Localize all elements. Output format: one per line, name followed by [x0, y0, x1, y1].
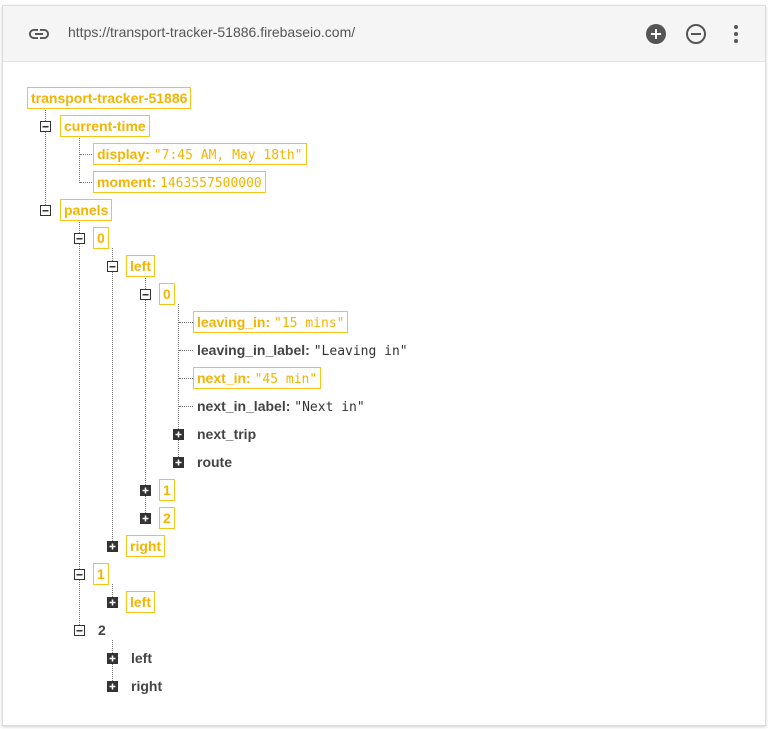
collapse-icon[interactable] [40, 121, 51, 132]
tree-node-display[interactable]: display: "7:45 AM, May 18th" [93, 143, 307, 165]
collapse-icon[interactable] [40, 205, 51, 216]
expand-icon[interactable] [107, 681, 118, 692]
node-key: transport-tracker-51886 [31, 90, 188, 106]
tree-node-panels-0-left[interactable]: left [126, 255, 155, 277]
node-key: moment: [97, 174, 157, 190]
node-value: 1463557500000 [160, 176, 262, 191]
tree-node-leaving-in-label[interactable]: leaving_in_label: "Leaving in" [197, 340, 408, 360]
tree-node-moment[interactable]: moment: 1463557500000 [93, 171, 266, 193]
expand-icon[interactable] [140, 513, 151, 524]
tree-connector [179, 406, 193, 407]
node-key: current-time [64, 118, 146, 134]
node-key: display: [97, 146, 150, 162]
node-value: "Leaving in" [313, 344, 408, 359]
tree-node-next-trip[interactable]: next_trip [197, 424, 256, 444]
expand-icon[interactable] [140, 485, 151, 496]
tree-node-panels-0-left-0[interactable]: 0 [159, 283, 175, 305]
node-key: leaving_in_label: [197, 342, 310, 358]
tree-node-panels[interactable]: panels [60, 199, 113, 221]
tree-node-panels-0[interactable]: 0 [93, 227, 109, 249]
node-key: route [197, 454, 232, 470]
node-value: "45 min" [254, 372, 318, 387]
tree-node-root[interactable]: transport-tracker-51886 [27, 87, 192, 109]
node-key: 0 [163, 286, 171, 302]
tree-connector [179, 378, 193, 379]
node-value: "Next in" [294, 400, 365, 415]
node-value: "7:45 AM, May 18th" [153, 148, 303, 163]
tree-connector [145, 276, 146, 519]
node-key: next_in: [197, 370, 251, 386]
collapse-icon[interactable] [74, 233, 85, 244]
node-key: left [131, 650, 152, 666]
tree-node-panels-1[interactable]: 1 [93, 563, 109, 585]
expand-icon[interactable] [107, 597, 118, 608]
tree-node-panels-1-left[interactable]: left [126, 591, 155, 613]
collapse-icon[interactable] [74, 569, 85, 580]
expand-icon[interactable] [173, 429, 184, 440]
node-key: left [130, 258, 151, 274]
node-key: 0 [97, 230, 105, 246]
tree-node-panels-0-left-1[interactable]: 1 [159, 479, 175, 501]
tree-node-panels-2-left[interactable]: left [131, 648, 152, 668]
tree-connector [79, 136, 80, 183]
node-key: left [130, 594, 151, 610]
tree-connector [179, 350, 193, 351]
node-key: next_trip [197, 426, 257, 442]
expand-icon[interactable] [107, 541, 118, 552]
tree-node-panels-2-right[interactable]: right [131, 676, 162, 696]
tree-node-next-in-label[interactable]: next_in_label: "Next in" [197, 396, 365, 416]
collapse-icon[interactable] [107, 261, 118, 272]
node-key: 1 [163, 482, 171, 498]
node-key: 2 [98, 622, 106, 638]
tree-node-panels-2[interactable]: 2 [98, 620, 106, 640]
node-key: next_in_label: [197, 398, 291, 414]
tree-node-panels-0-left-2[interactable]: 2 [159, 507, 175, 529]
tree-node-leaving-in[interactable]: leaving_in: "15 mins" [193, 311, 349, 333]
tree-connector [80, 182, 94, 183]
data-tree: transport-tracker-51886 current-time dis… [0, 0, 768, 729]
tree-connector [179, 322, 193, 323]
node-key: right [130, 538, 162, 554]
tree-node-current-time[interactable]: current-time [60, 115, 150, 137]
collapse-icon[interactable] [74, 625, 85, 636]
tree-node-route[interactable]: route [197, 452, 232, 472]
node-key: 2 [163, 510, 171, 526]
collapse-icon[interactable] [140, 289, 151, 300]
node-key: right [131, 678, 163, 694]
node-key: leaving_in: [197, 314, 271, 330]
node-key: panels [64, 202, 109, 218]
tree-node-next-in[interactable]: next_in: "45 min" [193, 367, 322, 389]
node-key: 1 [97, 566, 105, 582]
node-value: "15 mins" [274, 316, 345, 331]
tree-connector [112, 248, 113, 547]
expand-icon[interactable] [107, 653, 118, 664]
tree-node-panels-0-right[interactable]: right [126, 535, 166, 557]
tree-connector [80, 154, 94, 155]
expand-icon[interactable] [173, 457, 184, 468]
